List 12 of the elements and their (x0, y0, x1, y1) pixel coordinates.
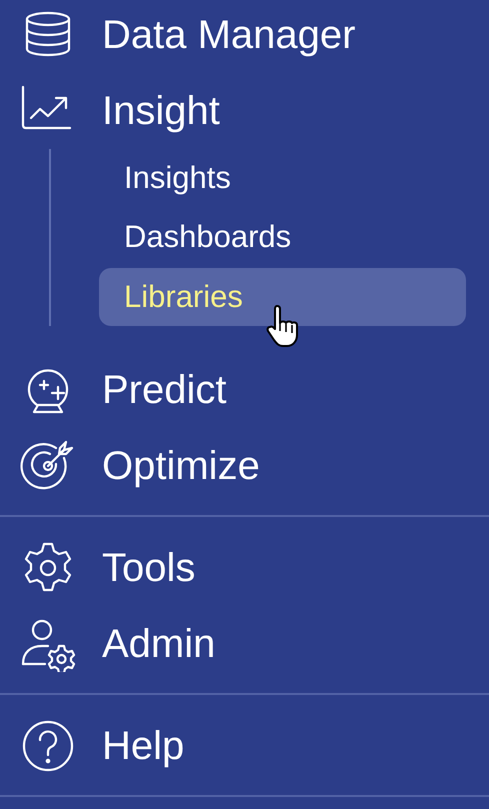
hand-cursor-icon (265, 303, 301, 349)
submenu-item[interactable]: Dashboards (99, 208, 466, 267)
nav-item[interactable]: Help (0, 708, 489, 784)
nav-item[interactable]: Tools (0, 530, 489, 606)
nav-item[interactable]: Optimize (0, 428, 489, 504)
nav-item[interactable]: Data Manager (0, 0, 489, 73)
submenu-item[interactable]: Insights (99, 149, 466, 208)
submenu-item[interactable]: Libraries (99, 268, 466, 326)
nav-item[interactable]: Predict (0, 352, 489, 428)
help-icon (20, 718, 76, 774)
nav-item[interactable]: Admin (0, 606, 489, 682)
nav-item[interactable]: Insight (0, 73, 489, 149)
